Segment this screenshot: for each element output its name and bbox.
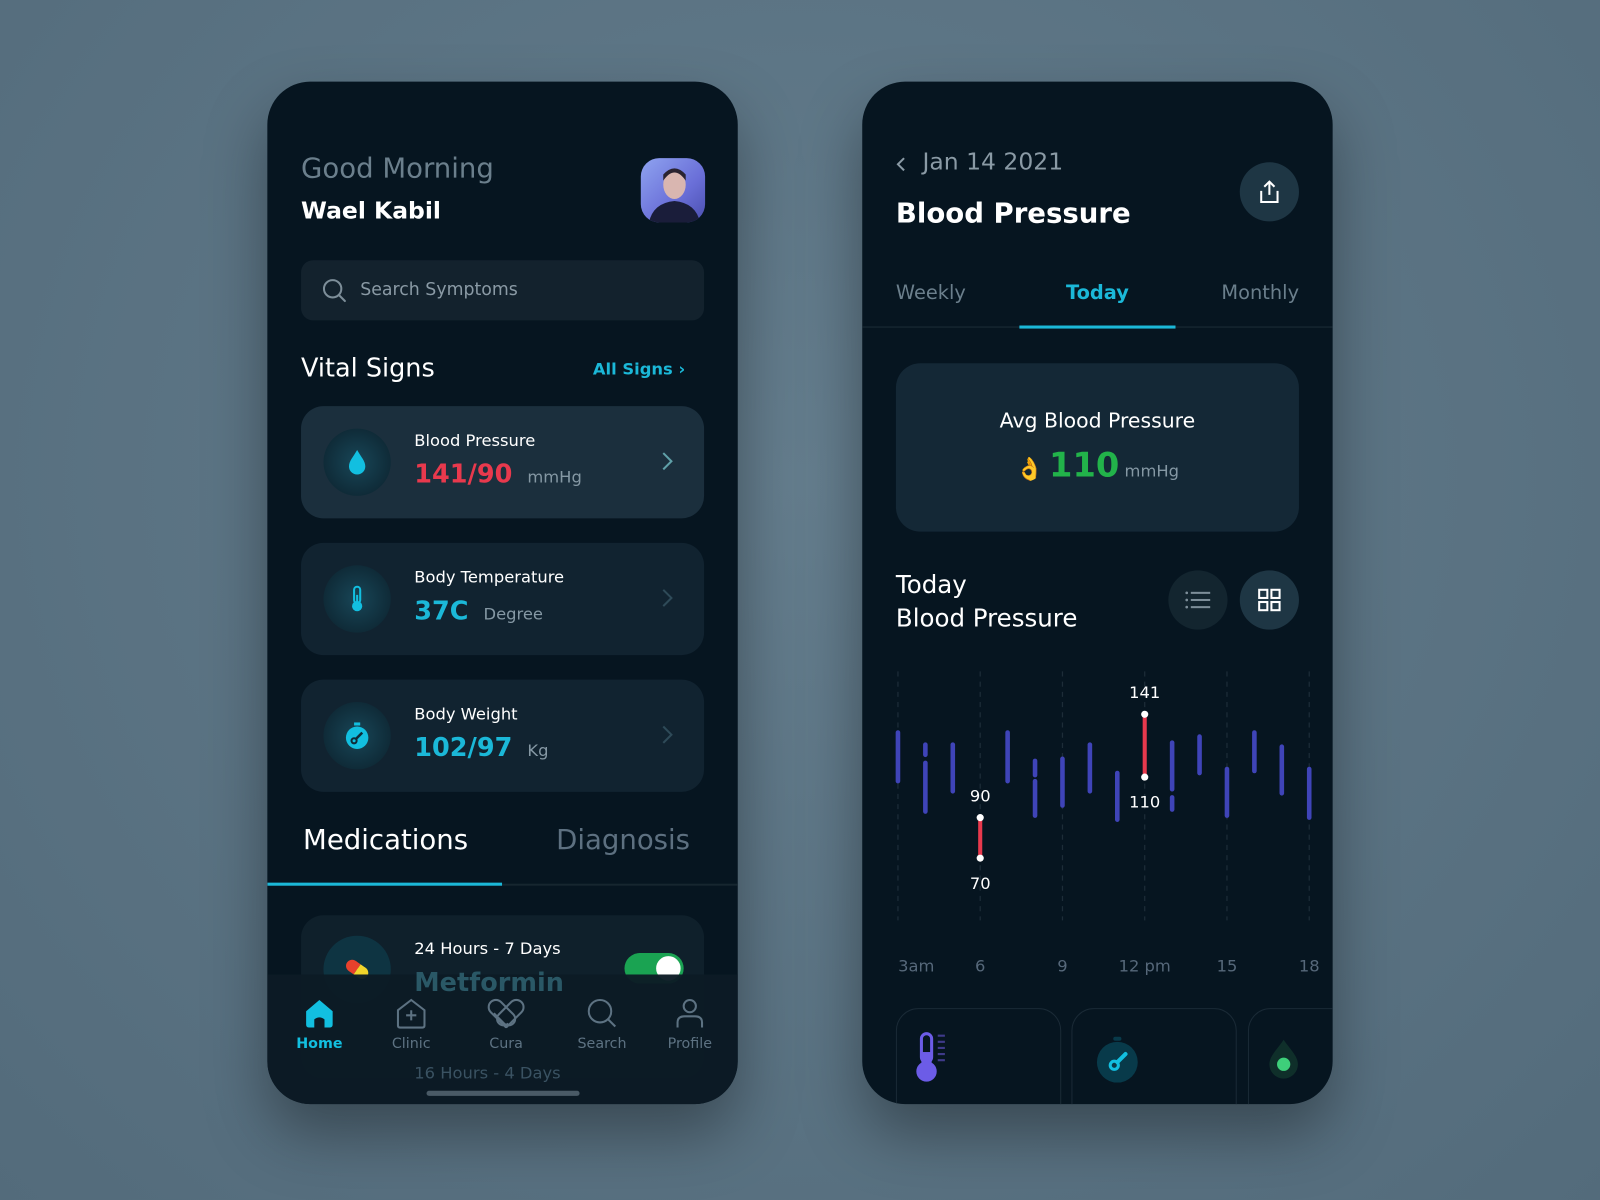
chevron-right-icon — [662, 725, 673, 744]
icon-circle — [323, 428, 391, 496]
drop-icon — [348, 449, 366, 475]
vital-label: Body Temperature — [414, 567, 565, 587]
search-icon — [322, 279, 346, 303]
high-label: 90 — [970, 786, 991, 805]
nav-label: Cura — [489, 1035, 523, 1053]
low-label: 110 — [1129, 793, 1160, 812]
high-point — [976, 814, 984, 822]
avatar[interactable] — [640, 158, 706, 223]
nav-label: Clinic — [391, 1035, 431, 1053]
nav-cura[interactable]: Cura — [465, 997, 547, 1052]
low-point — [1141, 773, 1149, 781]
unit-text: Kg — [527, 740, 549, 761]
cura-icon — [487, 998, 525, 1029]
value-text: 102/97 — [414, 732, 513, 763]
chevron-right-icon — [662, 452, 673, 471]
tab-medications[interactable]: Medications — [303, 824, 468, 856]
x-tick-label: 9 — [1057, 956, 1067, 975]
vital-shortcut-weight[interactable] — [1071, 1008, 1237, 1105]
nav-profile[interactable]: Profile — [649, 997, 731, 1052]
vital-signs-title: Vital Signs — [301, 353, 435, 383]
vital-value: 37C Degree — [414, 596, 543, 626]
value-text: 141/90 — [414, 459, 513, 489]
vital-label: Blood Pressure — [414, 430, 536, 450]
vital-card-body-temperature[interactable]: Body Temperature 37C Degree — [301, 542, 705, 656]
x-tick-label: 6 — [975, 956, 985, 975]
low-label: 70 — [970, 874, 991, 893]
vital-value: 102/97 Kg — [414, 733, 548, 763]
icon-circle — [323, 565, 391, 633]
drop-icon — [1269, 1039, 1298, 1079]
home-icon — [306, 999, 333, 1028]
stopwatch-icon — [345, 722, 369, 749]
vital-shortcut-temperature[interactable] — [895, 1008, 1062, 1105]
x-tick-label: 15 — [1217, 956, 1238, 975]
nav-label: Search — [577, 1035, 627, 1053]
medication-schedule-2: 16 Hours - 4 Days — [414, 1063, 561, 1083]
home-screen: Good Morning Wael Kabil Search Symptoms … — [267, 81, 738, 1105]
blood-pressure-screen: Jan 14 2021 Blood Pressure Weekly Today … — [862, 81, 1333, 1105]
canvas: Good Morning Wael Kabil Search Symptoms … — [0, 0, 1600, 1200]
vital-card-body-weight[interactable]: Body Weight 102/97 Kg — [301, 679, 705, 792]
x-tick-label: 12 pm — [1119, 956, 1171, 975]
vital-card-blood-pressure[interactable]: Blood Pressure 141/90 mmHg — [301, 406, 705, 519]
low-point — [976, 854, 984, 862]
vital-shortcut-blood-pressure[interactable] — [1247, 1008, 1333, 1105]
search-icon — [587, 998, 617, 1028]
medication-name: Metformin — [414, 967, 564, 997]
vital-label: Body Weight — [414, 704, 518, 724]
greeting: Good Morning — [301, 153, 494, 185]
search-input[interactable]: Search Symptoms — [301, 260, 705, 321]
unit-text: Degree — [483, 604, 543, 624]
blood-pressure-chart: 3am 6 9 12 pm 15 18 90 70 141 110 — [895, 671, 1320, 975]
unit-text: mmHg — [527, 467, 582, 487]
profile-icon — [676, 998, 704, 1028]
tab-diagnosis[interactable]: Diagnosis — [556, 824, 690, 856]
clinic-icon — [396, 998, 426, 1029]
all-signs-label: All Signs — [592, 359, 673, 379]
thermometer-icon — [352, 585, 363, 612]
home-indicator — [426, 1090, 580, 1096]
nav-label: Profile — [667, 1035, 713, 1053]
avatar-photo-icon — [648, 168, 700, 223]
nav-clinic[interactable]: Clinic — [370, 997, 452, 1052]
medication-schedule: 24 Hours - 7 Days — [414, 938, 561, 959]
x-tick-label: 18 — [1299, 956, 1320, 975]
thermometer-icon — [916, 1032, 945, 1082]
user-name: Wael Kabil — [301, 197, 441, 225]
value-text: 37C — [414, 595, 469, 626]
chevron-right-icon — [662, 589, 673, 607]
search-placeholder: Search Symptoms — [360, 279, 518, 300]
stopwatch-icon — [1096, 1036, 1138, 1083]
icon-circle — [323, 702, 391, 770]
vital-value: 141/90 mmHg — [414, 459, 582, 489]
high-label: 141 — [1129, 683, 1160, 702]
tab-indicator — [267, 882, 503, 886]
nav-home[interactable]: Home — [279, 997, 361, 1052]
high-point — [1141, 710, 1149, 718]
nav-label: Home — [296, 1035, 343, 1053]
chevron-right-icon: › — [678, 359, 686, 379]
nav-search[interactable]: Search — [561, 997, 643, 1052]
x-tick-label: 3am — [898, 956, 934, 975]
all-signs-link[interactable]: All Signs › — [593, 359, 685, 378]
